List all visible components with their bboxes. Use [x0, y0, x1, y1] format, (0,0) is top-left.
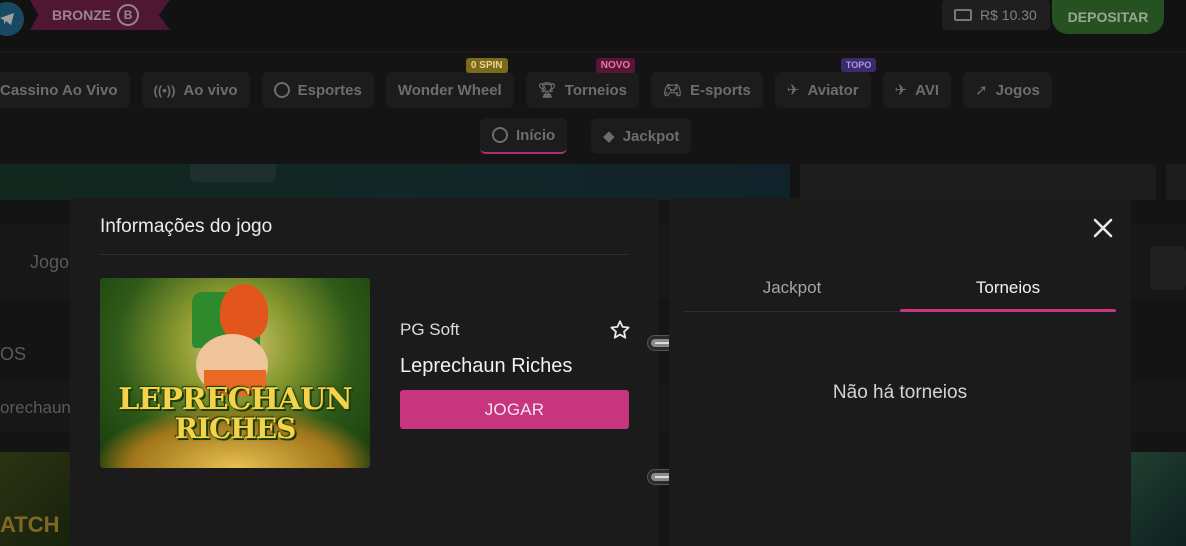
nav-item-label: Esportes	[297, 81, 362, 99]
rank-badge[interactable]: BRONZE B	[30, 0, 170, 30]
gamepad-icon: 🎮︎	[663, 82, 683, 99]
favorite-star-icon[interactable]	[608, 318, 632, 342]
game-extras-panel: Jackpot Torneios Não há torneios	[669, 198, 1131, 546]
nav-item-jackpot[interactable]: ◆ Jackpot	[591, 118, 692, 154]
telegram-icon[interactable]	[0, 2, 24, 36]
hair-decoration	[220, 284, 268, 340]
nav-item-label: Torneios	[564, 81, 627, 99]
bg-section-title: OS	[0, 344, 27, 364]
game-name: Leprechaun Riches	[400, 355, 573, 377]
top-bar: BRONZE B R$ 10.30 DEPOSITAR	[0, 0, 1186, 52]
nav-item-label: Jackpot	[622, 127, 680, 145]
divider	[100, 254, 629, 255]
main-nav: Cassino Ao Vivo ((•)) Ao vivo Esportes 0…	[0, 58, 1186, 164]
new-badge: NOVO	[595, 58, 636, 73]
modal-title: Informações do jogo	[100, 216, 273, 237]
deposit-button[interactable]: DEPOSITAR	[1052, 0, 1164, 34]
nav-item-torneios[interactable]: NOVO 🏆︎ Torneios	[525, 58, 639, 108]
spin-badge: 0 SPIN	[465, 58, 508, 73]
nav-item-label: Ao vivo	[183, 81, 238, 99]
bg-thumb-text: ATCH	[0, 512, 60, 537]
nav-item-label: Jogos	[995, 81, 1040, 99]
tab-torneios[interactable]: Torneios	[900, 264, 1116, 312]
game-provider: PG Soft	[400, 320, 460, 339]
plane-icon: ✈︎	[894, 82, 908, 99]
home-icon	[492, 127, 508, 143]
tab-jackpot[interactable]: Jackpot	[684, 264, 900, 311]
bg-search-text: orechaun	[0, 398, 71, 417]
nav-row-primary: Cassino Ao Vivo ((•)) Ao vivo Esportes 0…	[0, 58, 1052, 108]
bg-game-thumb[interactable]: ATCH	[0, 452, 70, 546]
balance-value: R$ 10.30	[980, 7, 1037, 23]
empty-state-message: Não há torneios	[832, 382, 968, 403]
banner-button[interactable]	[190, 164, 276, 182]
provider-logo	[1150, 246, 1186, 290]
top-badge: TOPO	[840, 58, 877, 72]
nav-item-ao-vivo[interactable]: ((•)) Ao vivo	[141, 72, 250, 108]
nav-item-inicio[interactable]: Início	[480, 118, 568, 154]
nav-item-wonder-wheel[interactable]: 0 SPIN Wonder Wheel	[385, 58, 514, 108]
nav-item-label: Cassino Ao Vivo	[0, 81, 118, 99]
nav-item-label: E-sports	[690, 81, 751, 99]
side-panel	[800, 164, 1156, 200]
nav-item-e-sports[interactable]: 🎮︎ E-sports	[651, 72, 763, 108]
balance-display[interactable]: R$ 10.30	[942, 0, 1050, 30]
soccer-ball-icon	[273, 82, 290, 98]
close-icon[interactable]	[1089, 214, 1117, 242]
nav-item-aviator[interactable]: TOPO ✈︎ Aviator	[774, 58, 877, 108]
nav-item-avi[interactable]: ✈︎ AVI	[882, 72, 952, 108]
nav-item-label: AVI	[915, 81, 940, 99]
wallet-icon	[954, 9, 972, 21]
diamond-icon: ◆	[603, 128, 615, 145]
nav-row-secondary: Início ◆ Jackpot	[480, 118, 692, 154]
nav-item-label: Wonder Wheel	[397, 81, 502, 99]
nav-item-label: Aviator	[807, 81, 859, 99]
game-info-panel: Informações do jogo LEPRECHAUN RICHES PG…	[70, 198, 659, 546]
side-panel-edge	[1166, 164, 1186, 200]
nav-item-esportes[interactable]: Esportes	[261, 72, 374, 108]
plane-icon: ✈︎	[786, 82, 800, 99]
nav-item-label: Início	[516, 126, 556, 144]
rocket-icon: ➚	[975, 82, 988, 99]
promo-banner	[0, 164, 790, 200]
bitcoin-icon: B	[117, 4, 140, 26]
game-thumbnail[interactable]: LEPRECHAUN RICHES	[100, 278, 370, 468]
broadcast-icon: ((•))	[153, 82, 176, 98]
tab-bar: Jackpot Torneios	[684, 264, 1116, 312]
bg-game-thumb[interactable]	[1130, 452, 1186, 546]
play-button[interactable]: JOGAR	[400, 390, 629, 429]
nav-item-live-casino[interactable]: Cassino Ao Vivo	[0, 72, 130, 108]
thumbnail-title-line2: RICHES	[174, 412, 297, 445]
trophy-icon: 🏆︎	[537, 82, 557, 99]
rank-label: BRONZE	[52, 7, 112, 23]
bg-category-label: Jogo	[30, 252, 70, 272]
nav-item-jogos[interactable]: ➚ Jogos	[963, 72, 1052, 108]
